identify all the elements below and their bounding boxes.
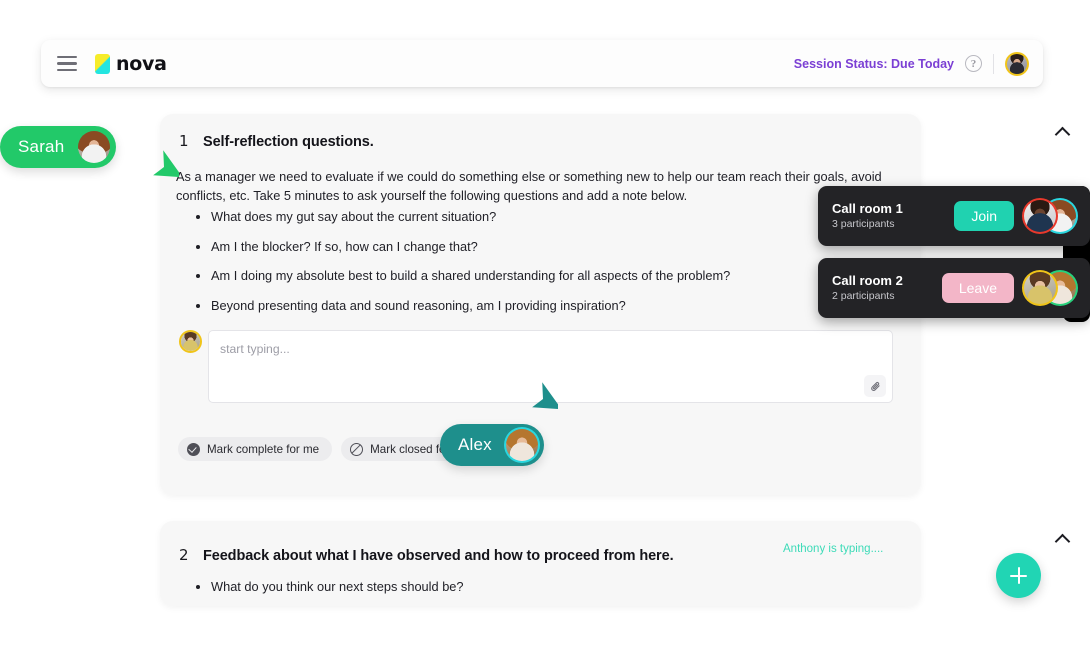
- note-author-avatar: [179, 330, 202, 353]
- help-question-icon[interactable]: ?: [965, 55, 982, 72]
- check-circle-icon: [187, 442, 200, 456]
- list-item: Am I the blocker? If so, how can I chang…: [196, 239, 896, 255]
- call-room-2-avatars: [1022, 268, 1078, 308]
- section-2-number: 2: [179, 546, 189, 564]
- avatar: [76, 129, 113, 165]
- header-right-group: Session Status: Due Today ?: [793, 51, 1029, 76]
- call-room-1-info: Call room 1 3 participants: [832, 201, 954, 232]
- call-room-1-avatars: [1022, 196, 1078, 236]
- avatar: [1022, 198, 1058, 234]
- call-room-2-participants: 2 participants: [832, 289, 895, 302]
- section-1-collapse-chevron-up-icon[interactable]: [1056, 125, 1070, 139]
- section-1-action-row: Mark complete for me Mark closed for all: [178, 437, 478, 461]
- presence-name-alex: Alex: [458, 435, 492, 454]
- join-call-button[interactable]: Join: [954, 201, 1014, 231]
- note-input-placeholder: start typing...: [220, 342, 290, 356]
- list-item: What do you think our next steps should …: [196, 579, 464, 594]
- section-2-collapse-chevron-up-icon[interactable]: [1056, 532, 1070, 546]
- call-room-1-name: Call room 1: [832, 200, 903, 216]
- section-1-heading: 1 Self-reflection questions.: [160, 114, 921, 150]
- header-divider: [993, 53, 994, 74]
- call-room-2-name: Call room 2: [832, 272, 903, 288]
- nova-logo-mark-icon: [95, 53, 110, 74]
- alex-cursor-pointer-icon: [532, 382, 558, 410]
- attach-paperclip-icon[interactable]: [864, 375, 886, 397]
- avatar: [1022, 270, 1058, 306]
- call-rooms-panel: Call room 1 3 participants Join Call roo…: [818, 186, 1090, 330]
- call-room-card-1[interactable]: Call room 1 3 participants Join: [818, 186, 1090, 246]
- section-1-number: 1: [179, 132, 189, 150]
- list-item: Am I doing my absolute best to build a s…: [196, 268, 896, 284]
- section-1-question-list: What does my gut say about the current s…: [196, 209, 896, 327]
- sarah-cursor-pointer-icon: [153, 150, 179, 178]
- list-item: Beyond presenting data and sound reasoni…: [196, 298, 896, 314]
- hamburger-menu-icon[interactable]: [57, 56, 77, 71]
- slash-circle-icon: [350, 442, 364, 456]
- top-header-bar: nova Session Status: Due Today ?: [41, 40, 1043, 87]
- brand-name: nova: [116, 52, 167, 75]
- presence-badge-alex[interactable]: Alex: [440, 424, 544, 466]
- section-1-title: Self-reflection questions.: [203, 134, 374, 150]
- section-1-body-text: As a manager we need to evaluate if we c…: [176, 169, 882, 203]
- section-2-title: Feedback about what I have observed and …: [203, 548, 674, 564]
- list-item: What does my gut say about the current s…: [196, 209, 896, 225]
- presence-badge-sarah[interactable]: Sarah: [0, 126, 117, 168]
- session-status-text: Session Status: Due Today: [793, 56, 954, 71]
- typing-indicator: Anthony is typing....: [783, 543, 884, 555]
- app-root: nova Session Status: Due Today ? 1 Self-…: [0, 0, 1090, 648]
- brand-logo[interactable]: nova: [95, 53, 167, 75]
- leave-call-button[interactable]: Leave: [941, 273, 1014, 303]
- mark-complete-for-me-button[interactable]: Mark complete for me: [178, 437, 333, 461]
- avatar: [503, 427, 540, 463]
- add-plus-floating-button[interactable]: [996, 553, 1041, 598]
- call-room-card-2[interactable]: Call room 2 2 participants Leave: [818, 258, 1090, 318]
- presence-name-sarah: Sarah: [18, 137, 65, 156]
- call-room-1-participants: 3 participants: [832, 217, 895, 230]
- header-user-avatar[interactable]: [1005, 51, 1029, 76]
- call-room-2-info: Call room 2 2 participants: [832, 273, 942, 304]
- mark-complete-label: Mark complete for me: [207, 442, 320, 456]
